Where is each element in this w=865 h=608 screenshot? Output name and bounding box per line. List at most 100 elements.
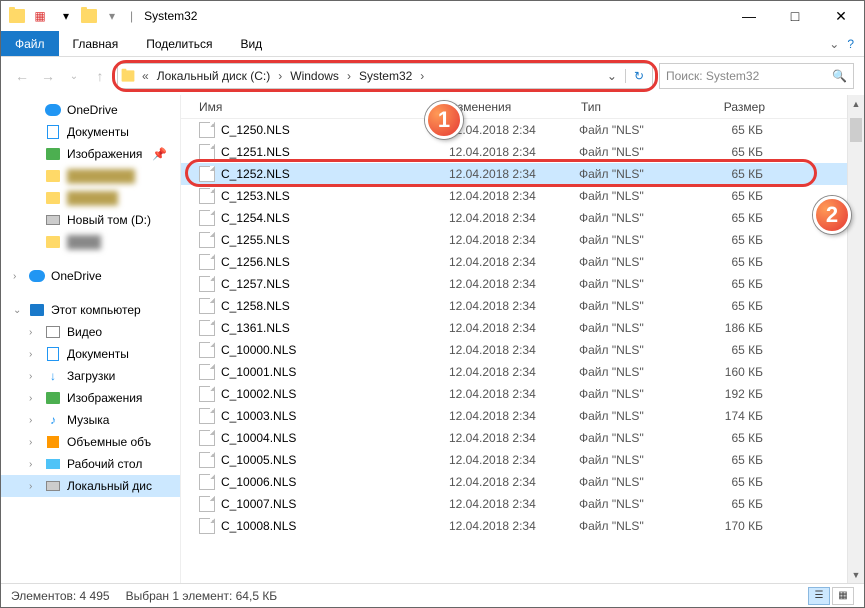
file-row[interactable]: C_10004.NLS12.04.2018 2:34Файл "NLS"65 К… (181, 427, 847, 449)
file-row[interactable]: C_10005.NLS12.04.2018 2:34Файл "NLS"65 К… (181, 449, 847, 471)
chevron-right-icon[interactable]: › (274, 69, 286, 83)
file-name: C_1250.NLS (221, 123, 449, 137)
file-row[interactable]: C_10006.NLS12.04.2018 2:34Файл "NLS"65 К… (181, 471, 847, 493)
sidebar-item-onedrive[interactable]: OneDrive (1, 99, 180, 121)
file-name: C_1256.NLS (221, 255, 449, 269)
search-icon[interactable]: 🔍 (832, 69, 847, 83)
chevron-left-icon[interactable]: « (138, 69, 153, 83)
scroll-up-icon[interactable]: ▲ (848, 95, 864, 112)
file-row[interactable]: C_10002.NLS12.04.2018 2:34Файл "NLS"192 … (181, 383, 847, 405)
breadcrumb-segment[interactable]: Локальный диск (C:) (153, 69, 275, 83)
sidebar-item-newvolume[interactable]: Новый том (D:) (1, 209, 180, 231)
file-date: 12.04.2018 2:34 (449, 255, 579, 269)
file-row[interactable]: C_1361.NLS12.04.2018 2:34Файл "NLS"186 К… (181, 317, 847, 339)
sidebar-item-localdisk[interactable]: ›Локальный дис (1, 475, 180, 497)
sidebar-item-blurred[interactable]: ████████ (1, 165, 180, 187)
qat-folder-icon[interactable] (81, 9, 97, 23)
sidebar-item-images[interactable]: Изображения📌 (1, 143, 180, 165)
scrollbar-thumb[interactable] (850, 118, 862, 142)
chevron-right-icon[interactable]: › (29, 459, 32, 470)
sidebar-item-images[interactable]: ›Изображения (1, 387, 180, 409)
sidebar-item-blurred[interactable]: ██████ (1, 187, 180, 209)
file-type: Файл "NLS" (579, 145, 689, 159)
chevron-right-icon[interactable]: › (343, 69, 355, 83)
file-list[interactable]: C_1250.NLS12.04.2018 2:34Файл "NLS"65 КБ… (181, 119, 847, 583)
sidebar-item-desktop[interactable]: ›Рабочий стол (1, 453, 180, 475)
file-row[interactable]: C_1251.NLS12.04.2018 2:34Файл "NLS"65 КБ (181, 141, 847, 163)
file-row[interactable]: C_1256.NLS12.04.2018 2:34Файл "NLS"65 КБ (181, 251, 847, 273)
file-row[interactable]: C_1250.NLS12.04.2018 2:34Файл "NLS"65 КБ (181, 119, 847, 141)
file-row[interactable]: C_10001.NLS12.04.2018 2:34Файл "NLS"160 … (181, 361, 847, 383)
search-input[interactable]: Поиск: System32 🔍 (659, 63, 854, 89)
chevron-right-icon[interactable]: › (29, 371, 32, 382)
chevron-right-icon[interactable]: › (416, 69, 428, 83)
chevron-right-icon[interactable]: › (29, 415, 32, 426)
file-row[interactable]: C_10007.NLS12.04.2018 2:34Файл "NLS"65 К… (181, 493, 847, 515)
sidebar-item-blurred[interactable]: ████ (1, 231, 180, 253)
navigation-bar: ← → ⌄ ↑ « Локальный диск (C:) › Windows … (1, 57, 864, 95)
file-row[interactable]: C_1252.NLS12.04.2018 2:34Файл "NLS"65 КБ (181, 163, 847, 185)
maximize-button[interactable]: □ (772, 1, 818, 31)
up-button[interactable]: ↑ (89, 65, 111, 87)
sidebar-item-videos[interactable]: ›Видео (1, 321, 180, 343)
chevron-down-icon[interactable]: ⌄ (13, 305, 21, 316)
file-row[interactable]: C_10000.NLS12.04.2018 2:34Файл "NLS"65 К… (181, 339, 847, 361)
recent-dropdown[interactable]: ⌄ (63, 65, 85, 87)
file-row[interactable]: C_1254.NLS12.04.2018 2:34Файл "NLS"65 КБ (181, 207, 847, 229)
view-icons-button[interactable]: ▦ (832, 587, 854, 605)
sidebar-item-documents[interactable]: Документы (1, 121, 180, 143)
file-name: C_1257.NLS (221, 277, 449, 291)
column-size[interactable]: Размер (691, 100, 779, 114)
breadcrumb-segment[interactable]: System32 (355, 69, 416, 83)
vertical-scrollbar[interactable]: ▲ ▼ (847, 95, 864, 583)
sidebar-item-3dobjects[interactable]: ›Объемные объ (1, 431, 180, 453)
ribbon-expand-icon[interactable]: ⌄ (829, 37, 839, 51)
view-details-button[interactable]: ☰ (808, 587, 830, 605)
sidebar-item-thispc[interactable]: ⌄Этот компьютер (1, 299, 180, 321)
file-icon (199, 276, 215, 292)
qat-new-folder-icon[interactable]: ▾ (55, 5, 77, 27)
folder-icon (9, 9, 25, 23)
file-size: 65 КБ (689, 277, 777, 291)
chevron-right-icon[interactable]: › (29, 437, 32, 448)
file-name: C_1258.NLS (221, 299, 449, 313)
refresh-button[interactable]: ↻ (625, 69, 652, 83)
column-type[interactable]: Тип (581, 100, 691, 114)
file-row[interactable]: C_1258.NLS12.04.2018 2:34Файл "NLS"65 КБ (181, 295, 847, 317)
file-date: 12.04.2018 2:34 (449, 409, 579, 423)
tab-view[interactable]: Вид (226, 31, 276, 56)
file-date: 12.04.2018 2:34 (449, 387, 579, 401)
navigation-pane[interactable]: OneDrive Документы Изображения📌 ████████… (1, 95, 181, 583)
sidebar-item-onedrive-root[interactable]: ›OneDrive (1, 265, 180, 287)
qat-properties-icon[interactable]: ▦ (29, 5, 51, 27)
tab-home[interactable]: Главная (59, 31, 133, 56)
scroll-down-icon[interactable]: ▼ (848, 566, 864, 583)
chevron-right-icon[interactable]: › (29, 327, 32, 338)
help-icon[interactable]: ? (847, 37, 854, 51)
column-name[interactable]: Имя (181, 100, 451, 114)
address-dropdown-icon[interactable]: ⌄ (599, 69, 625, 83)
close-button[interactable]: ✕ (818, 1, 864, 31)
file-size: 65 КБ (689, 453, 777, 467)
tab-file[interactable]: Файл (1, 31, 59, 56)
file-row[interactable]: C_10003.NLS12.04.2018 2:34Файл "NLS"174 … (181, 405, 847, 427)
breadcrumb-segment[interactable]: Windows (286, 69, 343, 83)
file-row[interactable]: C_1253.NLS12.04.2018 2:34Файл "NLS"65 КБ (181, 185, 847, 207)
address-bar[interactable]: « Локальный диск (C:) › Windows › System… (117, 63, 653, 89)
column-date[interactable]: изменения (451, 100, 581, 114)
sidebar-item-downloads[interactable]: ›↓Загрузки (1, 365, 180, 387)
chevron-right-icon[interactable]: › (29, 349, 32, 360)
chevron-right-icon[interactable]: › (13, 271, 16, 282)
chevron-right-icon[interactable]: › (29, 393, 32, 404)
tab-share[interactable]: Поделиться (132, 31, 226, 56)
file-row[interactable]: C_1257.NLS12.04.2018 2:34Файл "NLS"65 КБ (181, 273, 847, 295)
file-row[interactable]: C_10008.NLS12.04.2018 2:34Файл "NLS"170 … (181, 515, 847, 537)
chevron-right-icon[interactable]: › (29, 481, 32, 492)
qat-customize-icon[interactable]: ▾ (101, 5, 123, 27)
sidebar-item-documents[interactable]: ›Документы (1, 343, 180, 365)
minimize-button[interactable]: — (726, 1, 772, 31)
back-button[interactable]: ← (11, 65, 33, 87)
forward-button[interactable]: → (37, 65, 59, 87)
sidebar-item-music[interactable]: ›♪Музыка (1, 409, 180, 431)
file-row[interactable]: C_1255.NLS12.04.2018 2:34Файл "NLS"65 КБ (181, 229, 847, 251)
